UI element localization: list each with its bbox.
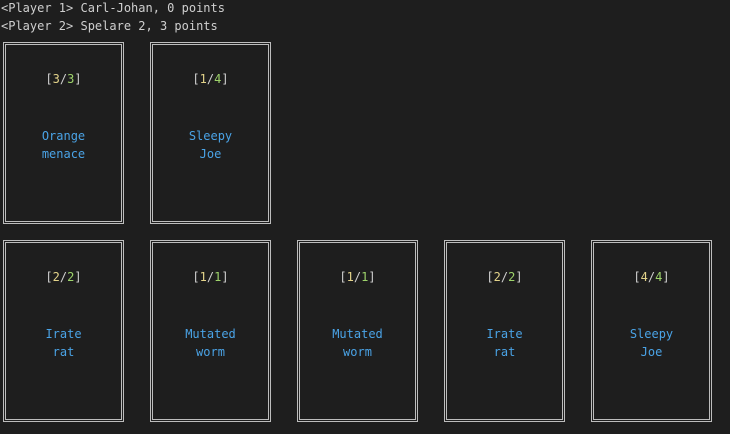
card-attack: 1: [346, 270, 354, 284]
opponent-card[interactable]: [3/3] Orange menace: [3, 42, 124, 224]
player-card[interactable]: [1/1] Mutated worm: [150, 240, 271, 422]
player1-status: <Player 1> Carl-Johan, 0 points: [1, 1, 225, 15]
card-name: Mutated worm: [332, 327, 383, 359]
card-stats: [4/4]: [633, 270, 670, 284]
player2-status: <Player 2> Spelare 2, 3 points: [1, 19, 218, 33]
player-card[interactable]: [4/4] Sleepy Joe: [591, 240, 712, 422]
card-name: Sleepy Joe: [629, 327, 674, 359]
card-stats: [2/2]: [45, 270, 82, 284]
card-attack: 1: [199, 270, 207, 284]
card-name: Mutated worm: [185, 327, 236, 359]
card-stats: [3/3]: [45, 72, 82, 86]
opponent-card[interactable]: [1/4] Sleepy Joe: [150, 42, 271, 224]
card-name: Irate rat: [486, 327, 523, 359]
card-name: Orange menace: [41, 129, 86, 161]
card-attack: 2: [493, 270, 501, 284]
card-name: Irate rat: [45, 327, 82, 359]
card-attack: 2: [52, 270, 60, 284]
card-stats: [1/4]: [192, 72, 229, 86]
card-attack: 4: [640, 270, 648, 284]
player-card[interactable]: [2/2] Irate rat: [3, 240, 124, 422]
card-attack: 1: [199, 72, 207, 86]
player-card[interactable]: [2/2] Irate rat: [444, 240, 565, 422]
card-attack: 3: [52, 72, 60, 86]
card-name: Sleepy Joe: [188, 129, 233, 161]
card-stats: [2/2]: [486, 270, 523, 284]
card-stats: [1/1]: [192, 270, 229, 284]
card-stats: [1/1]: [339, 270, 376, 284]
player-card[interactable]: [1/1] Mutated worm: [297, 240, 418, 422]
